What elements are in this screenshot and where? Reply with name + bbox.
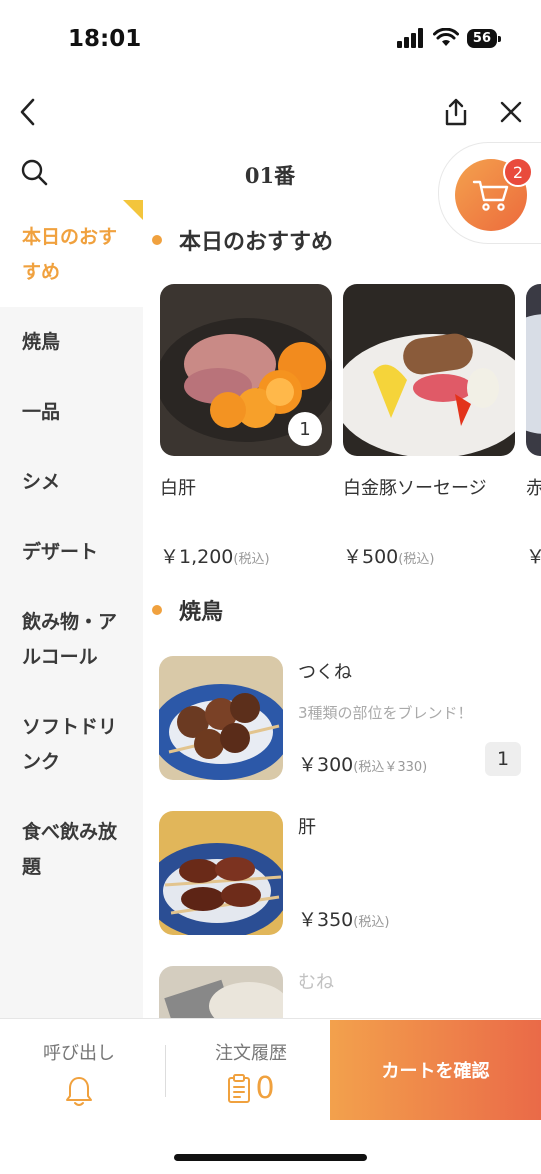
card-tax: (税込) bbox=[398, 552, 435, 567]
section-dot bbox=[152, 605, 162, 615]
sidebar-item-shime[interactable]: シメ bbox=[0, 465, 143, 500]
battery-indicator: 56 bbox=[466, 28, 502, 48]
card-price: ￥500 bbox=[343, 546, 399, 568]
card-name: 赤 bbox=[526, 478, 541, 499]
signal-icon bbox=[396, 28, 423, 48]
card-price-line: ￥1,200(税込) bbox=[160, 542, 332, 569]
item-price-line: ￥350(税込) bbox=[298, 905, 389, 932]
food-image-kimo bbox=[159, 811, 283, 935]
food-image-sausage bbox=[343, 284, 515, 456]
card-price: ￥1,200 bbox=[160, 546, 234, 568]
sidebar-item-yakitori[interactable]: 焼鳥 bbox=[0, 325, 143, 360]
food-photo bbox=[343, 284, 515, 456]
confirm-cart-button[interactable]: カートを確認 bbox=[330, 1020, 541, 1120]
cart-count-badge: 2 bbox=[503, 157, 533, 187]
home-area bbox=[0, 1122, 541, 1174]
status-bar: 18:01 56 bbox=[0, 0, 541, 80]
sidebar-item-label: ソフトドリンク bbox=[22, 716, 118, 773]
card-name: 白金豚ソーセージ bbox=[343, 478, 487, 499]
confirm-cart-label: カートを確認 bbox=[381, 1061, 490, 1082]
status-time: 18:01 bbox=[68, 26, 142, 52]
card-price: ￥ bbox=[526, 546, 541, 568]
sidebar-item-dessert[interactable]: デザート bbox=[0, 535, 143, 570]
wifi-icon bbox=[432, 28, 459, 46]
menu-card[interactable]: 白金豚ソーセージ ￥500(税込) bbox=[343, 284, 515, 569]
food-photo bbox=[159, 966, 283, 1018]
menu-card[interactable]: 1 白肝 ￥1,200(税込) bbox=[160, 284, 332, 569]
section-title: 焼鳥 bbox=[179, 600, 224, 625]
sidebar-item-label: 食べ飲み放題 bbox=[22, 821, 118, 878]
sidebar-item-label: 本日のおすすめ bbox=[22, 226, 118, 283]
sidebar-item-label: 焼鳥 bbox=[22, 331, 61, 353]
status-indicators: 56 bbox=[396, 28, 502, 48]
history-label: 注文履歴 bbox=[215, 1043, 287, 1064]
sidebar-item-label: シメ bbox=[22, 471, 61, 493]
food-photo bbox=[159, 656, 283, 780]
item-name: 肝 bbox=[298, 817, 316, 838]
clipboard-icon bbox=[228, 1073, 251, 1103]
cart-icon bbox=[472, 180, 509, 211]
food-image-mune bbox=[159, 966, 283, 1018]
back-icon bbox=[20, 98, 35, 126]
active-flag bbox=[123, 200, 143, 220]
item-price-line: ￥300(税込￥330) bbox=[298, 750, 427, 777]
card-price-line: ￥500(税込) bbox=[343, 542, 515, 569]
food-image-shirogimo: 1 bbox=[160, 284, 332, 456]
item-price: ￥350 bbox=[298, 909, 354, 931]
cart-float: 2 bbox=[438, 142, 541, 244]
order-history-button[interactable]: 注文履歴 0 bbox=[190, 1019, 312, 1123]
list-item[interactable]: つくね 3種類の部位をブレンド！ ￥300(税込￥330) 1 bbox=[159, 656, 529, 780]
share-icon bbox=[445, 98, 467, 126]
sidebar-item-all-you-can[interactable]: 食べ飲み放題 bbox=[0, 815, 143, 885]
bottom-divider bbox=[165, 1045, 166, 1097]
card-tax: (税込) bbox=[233, 552, 270, 567]
history-count: 0 bbox=[255, 1071, 275, 1106]
back-button[interactable] bbox=[8, 92, 48, 132]
item-price: ￥300 bbox=[298, 754, 354, 776]
home-indicator bbox=[174, 1154, 367, 1161]
section-header-yakitori: 焼鳥 bbox=[152, 594, 223, 626]
item-tax: (税込) bbox=[353, 915, 390, 930]
close-icon bbox=[500, 101, 522, 123]
search-button[interactable] bbox=[14, 152, 54, 192]
section-title: 本日のおすすめ bbox=[179, 230, 334, 255]
item-quantity[interactable]: 1 bbox=[485, 742, 521, 776]
sidebar-item-ippin[interactable]: 一品 bbox=[0, 395, 143, 430]
sidebar-item-label: 飲み物・アルコール bbox=[22, 611, 118, 668]
sidebar-item-drinks[interactable]: 飲み物・アルコール bbox=[0, 605, 143, 675]
close-button[interactable] bbox=[491, 92, 531, 132]
sidebar-item-recommend[interactable]: 本日のおすすめ bbox=[0, 200, 143, 307]
item-name: むね bbox=[298, 972, 334, 993]
item-description: 3種類の部位をブレンド！ bbox=[298, 704, 473, 722]
category-sidebar: 本日のおすすめ 焼鳥 一品 シメ デザート 飲み物・アルコール ソフトドリンク … bbox=[0, 200, 143, 1018]
share-button[interactable] bbox=[436, 92, 476, 132]
page-title: 01番 bbox=[244, 163, 296, 188]
list-item[interactable]: むね bbox=[159, 966, 529, 1018]
section-header-recommend: 本日のおすすめ bbox=[152, 224, 333, 256]
call-label: 呼び出し bbox=[43, 1043, 115, 1064]
food-photo bbox=[526, 284, 541, 456]
item-tax: (税込￥330) bbox=[353, 760, 428, 775]
call-staff-button[interactable]: 呼び出し bbox=[20, 1019, 138, 1123]
section-dot bbox=[152, 235, 162, 245]
history-count-row: 0 bbox=[227, 1071, 275, 1106]
item-name: つくね bbox=[298, 662, 352, 683]
menu-card[interactable]: 赤 ￥ bbox=[526, 284, 541, 569]
sidebar-item-label: 一品 bbox=[22, 401, 61, 423]
card-name: 白肝 bbox=[160, 478, 196, 499]
search-icon bbox=[21, 159, 48, 186]
card-quantity: 1 bbox=[288, 412, 322, 446]
sidebar-item-label: デザート bbox=[22, 541, 99, 563]
sidebar-item-soft-drinks[interactable]: ソフトドリンク bbox=[0, 710, 143, 780]
food-image-partial bbox=[526, 284, 541, 456]
food-photo bbox=[159, 811, 283, 935]
food-image-tsukune bbox=[159, 656, 283, 780]
bell-icon bbox=[66, 1077, 92, 1106]
list-item[interactable]: 肝 ￥350(税込) bbox=[159, 811, 529, 935]
